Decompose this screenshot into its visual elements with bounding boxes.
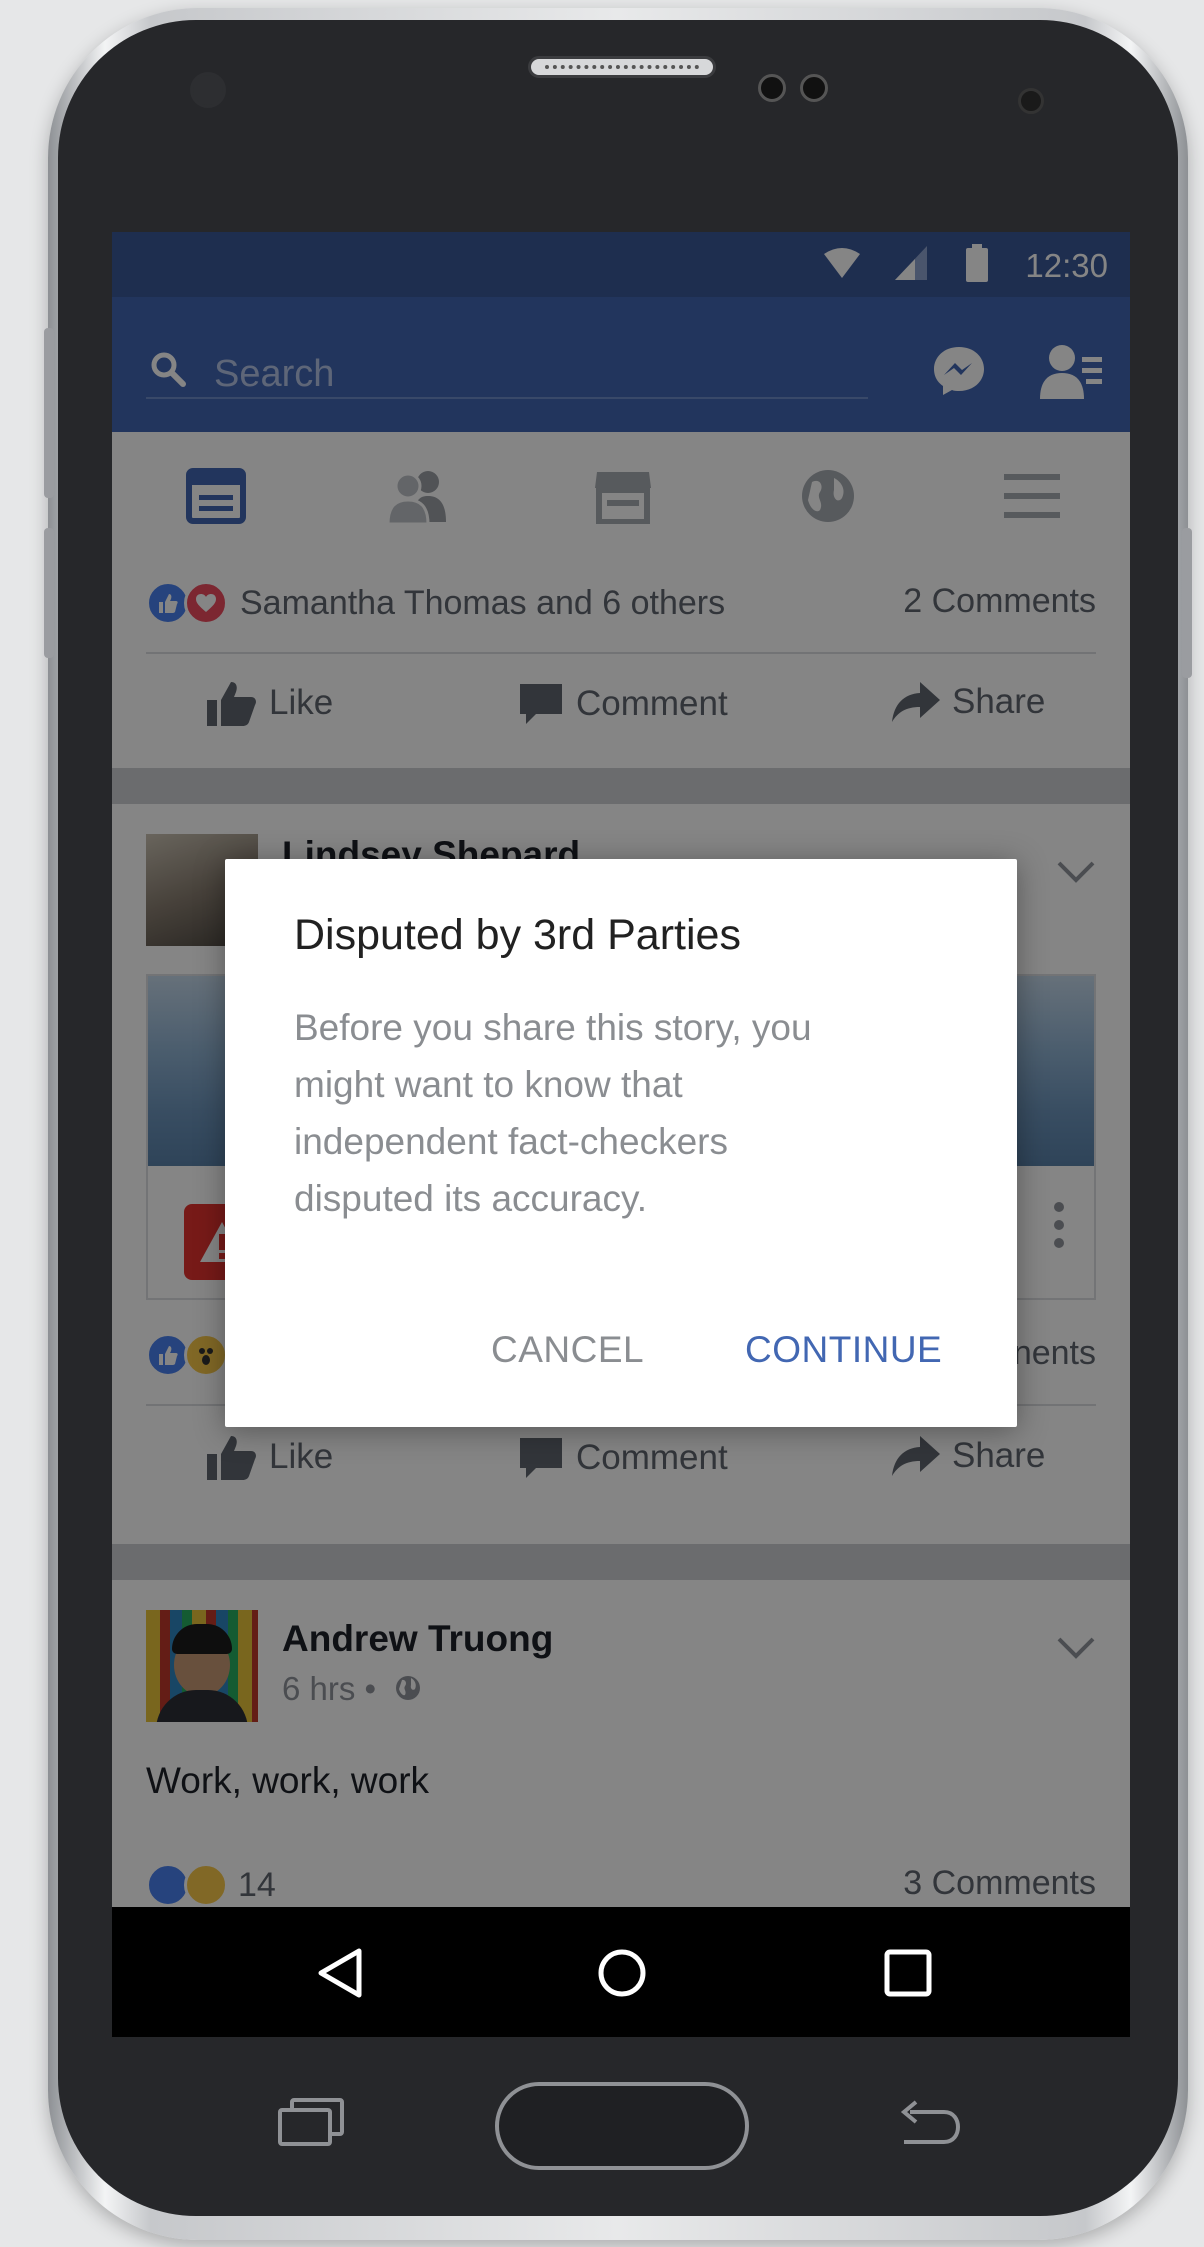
sensor [800,74,828,102]
hardware-recents-icon[interactable] [278,2098,344,2146]
continue-button[interactable]: CONTINUE [745,1329,942,1371]
volume-button [44,528,54,658]
hardware-home-button[interactable] [495,2082,749,2170]
recents-nav-icon[interactable] [882,1947,934,1999]
disputed-dialog: Disputed by 3rd Parties Before you share… [225,859,1017,1427]
proximity-sensor [190,72,226,108]
hardware-back-icon[interactable] [896,2100,962,2150]
phone-screen: 12:30 Search Samantha Thomas and 6 other… [112,232,1130,2037]
home-nav-icon[interactable] [596,1947,648,1999]
system-nav-bar [112,1907,1130,2037]
dialog-message: Before you share this story, you might w… [294,1007,812,1219]
cancel-button[interactable]: CANCEL [491,1329,644,1371]
back-nav-icon[interactable] [315,1947,367,1999]
sensor [758,74,786,102]
earpiece-speaker [528,56,716,78]
front-camera [1018,88,1044,114]
power-button [1182,528,1192,678]
volume-button [44,328,54,498]
dialog-title: Disputed by 3rd Parties [294,911,741,959]
